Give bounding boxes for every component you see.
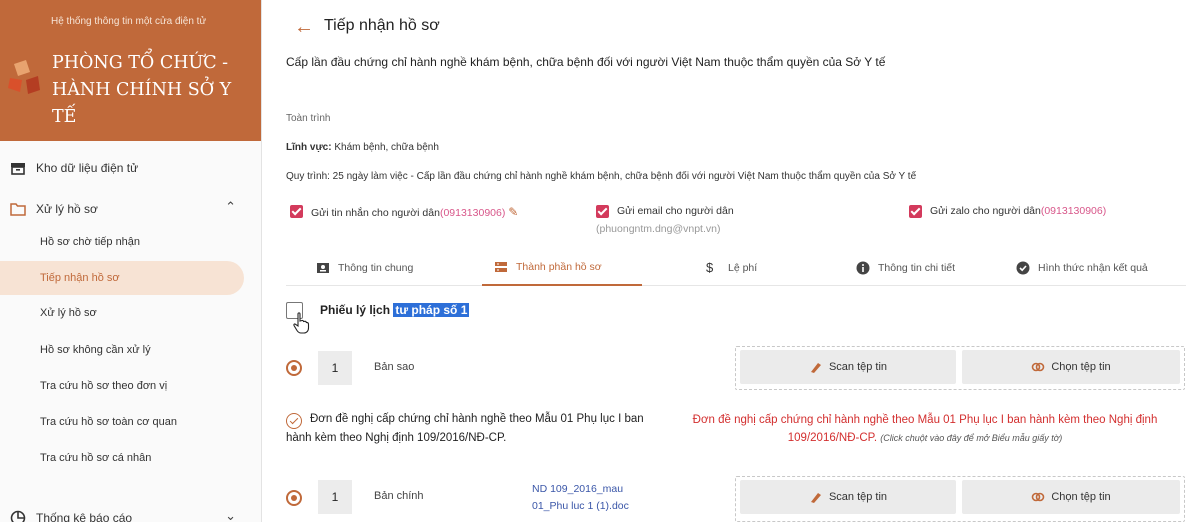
brand-header: Hệ thống thông tin một cửa điện tử PHÒNG… (0, 0, 261, 141)
folder-icon (10, 203, 26, 216)
sidebar-subitem-receive[interactable]: Tiếp nhận hồ sơ (0, 261, 244, 295)
sidebar-item-reports[interactable]: Thống kê báo cáo ⌄ (0, 500, 250, 522)
doc1-quantity[interactable]: 1 (318, 351, 352, 385)
info-icon (856, 261, 870, 275)
chart-icon (10, 510, 26, 522)
sidebar-subitem-label: Tra cứu hồ sơ toàn cơ quan (40, 416, 177, 428)
id-card-icon (317, 263, 329, 273)
tab-label: Thông tin chi tiết (878, 262, 956, 274)
tab-label: Thông tin chung (338, 262, 414, 274)
sms-checkbox[interactable] (290, 205, 303, 218)
sidebar-subitem-process[interactable]: Xử lý hồ sơ (0, 296, 261, 330)
sidebar-subitem-pending[interactable]: Hồ sơ chờ tiếp nhận (0, 225, 261, 259)
tab-label: Lệ phí (728, 262, 758, 274)
doc1-title-text: Phiếu lý lịch (320, 303, 394, 317)
system-name: Hệ thống thông tin một cửa điện tử (51, 16, 207, 27)
main-content: ← Tiếp nhận hồ sơ Cấp lần đầu chứng chỉ … (262, 0, 1187, 522)
logo-icon (8, 60, 40, 94)
tab-fees[interactable]: $ Lệ phí (706, 250, 796, 286)
hand-cursor-icon (293, 312, 310, 334)
check-badge-icon (1016, 261, 1030, 275)
form-link-hint: (Click chuột vào đây để mở Biểu mẫu giấy… (880, 433, 1063, 443)
sidebar-subitem-search-personal[interactable]: Tra cứu hồ sơ cá nhân (0, 441, 261, 475)
sidebar-item-label: Kho dữ liệu điện tử (36, 161, 139, 175)
button-label: Chọn tệp tin (1051, 491, 1111, 503)
attach-icon (1032, 492, 1045, 502)
scope-text: Toàn trình (286, 113, 331, 124)
field-label: Lĩnh vực: (286, 142, 332, 153)
sidebar-subitem-no-process[interactable]: Hồ sơ không cần xử lý (0, 333, 261, 367)
edit-icon[interactable]: ✎ (508, 205, 518, 219)
sidebar-subitem-label: Tiếp nhận hồ sơ (40, 272, 120, 284)
back-arrow-icon[interactable]: ← (294, 16, 314, 38)
tab-details[interactable]: Thông tin chi tiết (856, 250, 996, 286)
doc1-copy-type: Bản sao (374, 361, 415, 373)
dollar-icon: $ (706, 260, 714, 275)
tab-label: Thành phần hồ sơ (516, 261, 602, 273)
doc1-choose-button[interactable]: Chọn tệp tin (962, 350, 1180, 384)
sms-phone: (0913130906) (439, 207, 506, 219)
button-label: Scan tệp tin (828, 491, 888, 503)
email-checkbox[interactable] (596, 205, 609, 218)
scan-icon (810, 363, 821, 373)
field-value: Khám bệnh, chữa bệnh (331, 142, 439, 153)
doc2-radio[interactable] (286, 490, 302, 506)
sidebar-item-label: Xử lý hồ sơ (36, 202, 98, 216)
page-title: Tiếp nhận hồ sơ (324, 17, 440, 34)
sidebar-subitem-label: Xử lý hồ sơ (40, 307, 97, 319)
doc2-file-link[interactable]: ND 109_2016_mau 01_Phu luc 1 (1).doc (532, 481, 642, 515)
scan-icon (810, 493, 821, 503)
field-row: Lĩnh vực: Khám bệnh, chữa bệnh (286, 142, 439, 153)
sidebar-subitem-label: Hồ sơ chờ tiếp nhận (40, 236, 141, 248)
button-label: Scan tệp tin (828, 361, 888, 373)
chevron-up-icon[interactable]: ⌃ (225, 199, 236, 215)
sidebar-subitem-label: Hồ sơ không cần xử lý (40, 344, 151, 356)
zalo-checkbox[interactable] (909, 205, 922, 218)
zalo-label-row: Gửi zalo cho người dân(0913130906) (930, 205, 1106, 217)
sidebar-subitem-search-agency[interactable]: Tra cứu hồ sơ toàn cơ quan (0, 405, 261, 439)
email-value: (phuongntm.dng@vnpt.vn) (596, 223, 721, 235)
chevron-down-icon[interactable]: ⌄ (225, 508, 236, 522)
sidebar-item-label: Thống kê báo cáo (36, 511, 133, 522)
org-name: PHÒNG TỔ CHỨC - HÀNH CHÍNH SỞ Y TẾ (52, 53, 232, 127)
tab-bar: Thông tin chung Thành phần hồ sơ $ Lệ ph… (286, 250, 1186, 286)
doc2-choose-button[interactable]: Chọn tệp tin (962, 480, 1180, 514)
doc2-copy-type: Bản chính (374, 490, 424, 502)
button-label: Chọn tệp tin (1051, 361, 1111, 373)
sidebar-subitem-search-unit[interactable]: Tra cứu hồ sơ theo đơn vị (0, 369, 261, 403)
doc2-form-link[interactable]: Đơn đề nghị cấp chứng chỉ hành nghề theo… (670, 411, 1180, 447)
tab-general-info[interactable]: Thông tin chung (316, 250, 456, 286)
list-icon (495, 262, 507, 272)
process-text: Quy trình: 25 ngày làm việc - Cấp lần đầ… (286, 171, 917, 182)
doc1-radio[interactable] (286, 360, 302, 376)
sidebar-subitem-label: Tra cứu hồ sơ cá nhân (40, 452, 152, 464)
tab-label: Hình thức nhận kết quả (1038, 262, 1148, 274)
doc1-title: Phiếu lý lịch tư pháp số 1 (320, 303, 470, 317)
sms-label-row: Gửi tin nhắn cho người dân(0913130906) ✎ (311, 205, 518, 219)
email-label: Gửi email cho người dân (617, 205, 734, 217)
sidebar: Hệ thống thông tin một cửa điện tử PHÒNG… (0, 0, 262, 522)
archive-icon (11, 163, 25, 175)
doc2-scan-button[interactable]: Scan tệp tin (740, 480, 956, 514)
doc2-quantity[interactable]: 1 (318, 480, 352, 514)
zalo-label: Gửi zalo cho người dân (930, 205, 1041, 217)
sms-label: Gửi tin nhắn cho người dân (311, 207, 440, 219)
selected-text: tư pháp số 1 (393, 303, 470, 317)
zalo-phone: (0913130906) (1040, 205, 1107, 217)
procedure-title: Cấp lần đầu chứng chỉ hành nghề khám bện… (286, 55, 886, 69)
tab-result-method[interactable]: Hình thức nhận kết quả (1016, 250, 1186, 286)
doc2-title: Đơn đề nghị cấp chứng chỉ hành nghề theo… (286, 413, 644, 444)
sidebar-subitem-label: Tra cứu hồ sơ theo đơn vị (40, 380, 168, 392)
sidebar-item-process-records[interactable]: Xử lý hồ sơ ⌃ (0, 191, 250, 227)
sidebar-item-data-archive[interactable]: Kho dữ liệu điện tử (0, 150, 250, 186)
doc1-scan-button[interactable]: Scan tệp tin (740, 350, 956, 384)
attach-icon (1032, 362, 1045, 372)
tab-components[interactable]: Thành phần hồ sơ (482, 250, 642, 286)
